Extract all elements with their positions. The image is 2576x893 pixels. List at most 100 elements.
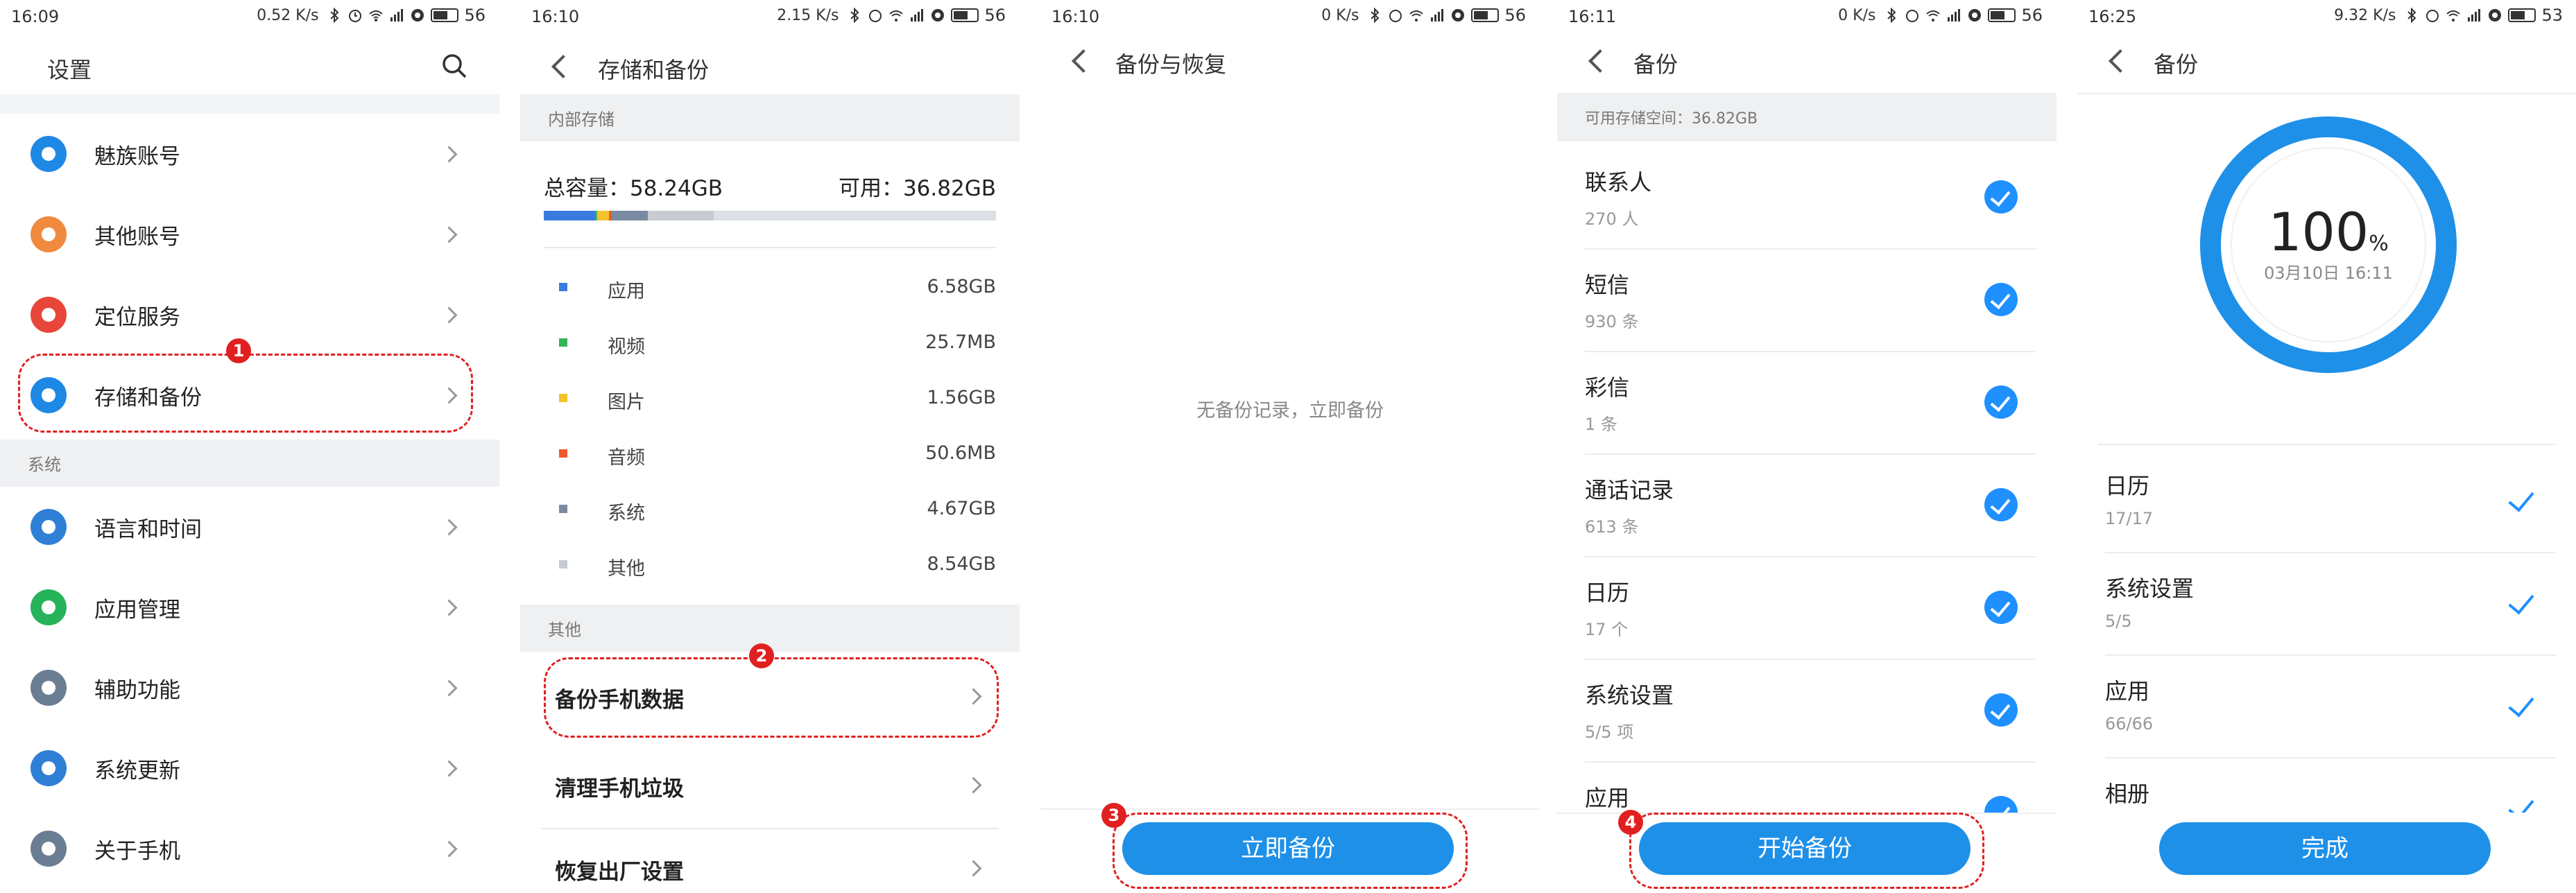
signal-icon bbox=[2468, 9, 2481, 21]
battery-icon bbox=[951, 8, 979, 22]
checked-circle-icon[interactable] bbox=[1984, 693, 2018, 727]
backup-item-name: 相册 bbox=[2105, 781, 2150, 807]
backup-item[interactable]: 通话记录 613 条 bbox=[1585, 455, 2036, 557]
checked-circle-icon[interactable] bbox=[1984, 591, 2018, 624]
battery-level: 53 bbox=[2541, 6, 2563, 25]
backup-item-name: 日历 bbox=[2105, 473, 2150, 499]
section-label: 系统 bbox=[28, 455, 61, 475]
settings-item-about-phone[interactable]: 关于手机 bbox=[0, 808, 499, 889]
backup-item-count: 5/5 项 bbox=[1585, 722, 1634, 742]
backup-item[interactable]: 彩信 1 条 bbox=[1585, 352, 2036, 455]
settings-item-accessibility[interactable]: 辅助功能 bbox=[0, 648, 499, 728]
bluetooth-icon bbox=[2407, 8, 2416, 23]
backup-item-count: 5/5 bbox=[2105, 612, 2132, 631]
battery-icon bbox=[431, 8, 459, 22]
divider bbox=[2077, 93, 2576, 94]
usage-name: 应用 bbox=[608, 281, 645, 302]
chevron-right-icon bbox=[965, 860, 982, 877]
settings-item-location[interactable]: 定位服务 bbox=[0, 275, 499, 355]
checked-circle-icon[interactable] bbox=[1984, 180, 2018, 214]
step-badge: 2 bbox=[749, 643, 774, 668]
alarm-icon bbox=[349, 10, 362, 22]
status-time: 16:10 bbox=[1051, 7, 1100, 26]
step-badge: 1 bbox=[226, 338, 251, 363]
backup-result-item: 日历 17/17 bbox=[2105, 451, 2556, 553]
usage-value: 6.58GB bbox=[927, 276, 996, 297]
status-time: 16:09 bbox=[11, 7, 60, 26]
usage-value: 8.54GB bbox=[927, 553, 996, 575]
meizu-account-icon bbox=[31, 136, 67, 172]
section-label: 内部存储 bbox=[548, 110, 615, 130]
chevron-right-icon bbox=[440, 840, 458, 858]
highlight-box bbox=[1629, 813, 1984, 889]
backup-item[interactable]: 联系人 270 人 bbox=[1585, 147, 2036, 250]
search-icon[interactable] bbox=[440, 51, 469, 80]
status-bar: 16:10 0 K/s 56 bbox=[1040, 0, 1540, 33]
settings-item-meizu-account[interactable]: 魅族账号 bbox=[0, 114, 499, 194]
backup-item-name: 通话记录 bbox=[1585, 477, 1674, 503]
storage-usage-row: 音频 50.6MB bbox=[520, 426, 1020, 481]
backup-item-count: 66/66 bbox=[2105, 714, 2154, 734]
sync-icon bbox=[1968, 9, 1982, 21]
network-speed: 0 K/s bbox=[1321, 6, 1359, 24]
battery-level: 56 bbox=[984, 6, 1006, 25]
page-title: 备份 bbox=[1633, 51, 1678, 78]
clean-phone-junk-item[interactable]: 清理手机垃圾 bbox=[541, 746, 999, 824]
settings-item-label: 语言和时间 bbox=[94, 517, 202, 542]
status-bar: 16:10 2.15 K/s 56 bbox=[520, 0, 1020, 33]
header: 备份与恢复 bbox=[1040, 33, 1540, 89]
usage-name: 视频 bbox=[608, 336, 645, 358]
backup-item-count: 17/17 bbox=[2105, 509, 2154, 528]
info-icon bbox=[31, 831, 67, 867]
settings-item-language-time[interactable]: 语言和时间 bbox=[0, 487, 499, 567]
backup-item-count: 1 条 bbox=[1585, 415, 1617, 434]
header: 存储和备份 bbox=[520, 39, 1020, 94]
backup-item-name: 彩信 bbox=[1585, 374, 1630, 401]
chevron-right-icon bbox=[440, 519, 458, 536]
bluetooth-icon bbox=[850, 8, 859, 23]
progress-percent-unit: % bbox=[2369, 232, 2389, 256]
alarm-icon bbox=[869, 10, 882, 22]
bluetooth-icon bbox=[1887, 8, 1896, 23]
usage-value: 25.7MB bbox=[925, 331, 996, 353]
checked-circle-icon[interactable] bbox=[1984, 283, 2018, 316]
checked-circle-icon[interactable] bbox=[1984, 385, 2018, 419]
status-time: 16:10 bbox=[531, 7, 580, 26]
backup-item-count: 270 人 bbox=[1585, 209, 1639, 229]
factory-reset-item[interactable]: 恢复出厂设置 bbox=[541, 828, 999, 893]
step-badge: 3 bbox=[1101, 803, 1126, 828]
settings-item-system-update[interactable]: 系统更新 bbox=[0, 728, 499, 808]
network-speed: 0 K/s bbox=[1838, 6, 1876, 24]
settings-item-label: 关于手机 bbox=[94, 839, 180, 864]
backup-item[interactable]: 系统设置 5/5 项 bbox=[1585, 660, 2036, 763]
divider bbox=[544, 247, 996, 248]
section-label: 其他 bbox=[548, 620, 581, 640]
backup-item[interactable]: 日历 17 个 bbox=[1585, 557, 2036, 660]
legend-swatch bbox=[559, 449, 567, 458]
step-badge: 4 bbox=[1618, 810, 1643, 835]
signal-icon bbox=[911, 9, 924, 21]
settings-item-label: 魅族账号 bbox=[94, 144, 180, 169]
back-arrow-icon[interactable] bbox=[1585, 46, 1613, 76]
legend-swatch bbox=[559, 283, 567, 291]
back-arrow-icon[interactable] bbox=[548, 51, 576, 82]
back-arrow-icon[interactable] bbox=[1068, 46, 1096, 76]
status-time: 16:11 bbox=[1568, 7, 1617, 26]
storage-usage-row: 其他 8.54GB bbox=[520, 537, 1020, 592]
usage-value: 50.6MB bbox=[925, 442, 996, 464]
done-button[interactable]: 完成 bbox=[2159, 822, 2491, 875]
page-title: 设置 bbox=[47, 57, 92, 83]
storage-backup-panel: 16:10 2.15 K/s 56 存储和备份 内部存储 总容量：58.24GB… bbox=[520, 0, 1020, 893]
settings-item-other-accounts[interactable]: 其他账号 bbox=[0, 194, 499, 275]
battery-icon bbox=[1988, 8, 2016, 22]
backup-item-name: 短信 bbox=[1585, 272, 1630, 298]
backup-item-count: 17 个 bbox=[1585, 620, 1629, 639]
backup-item[interactable]: 短信 930 条 bbox=[1585, 250, 2036, 352]
chevron-right-icon bbox=[440, 146, 458, 163]
back-arrow-icon[interactable] bbox=[2105, 46, 2133, 76]
storage-bar-segment bbox=[544, 211, 595, 220]
signal-icon bbox=[390, 9, 404, 21]
checked-circle-icon[interactable] bbox=[1984, 488, 2018, 521]
settings-item-app-manage[interactable]: 应用管理 bbox=[0, 567, 499, 648]
status-time: 16:25 bbox=[2088, 7, 2137, 26]
